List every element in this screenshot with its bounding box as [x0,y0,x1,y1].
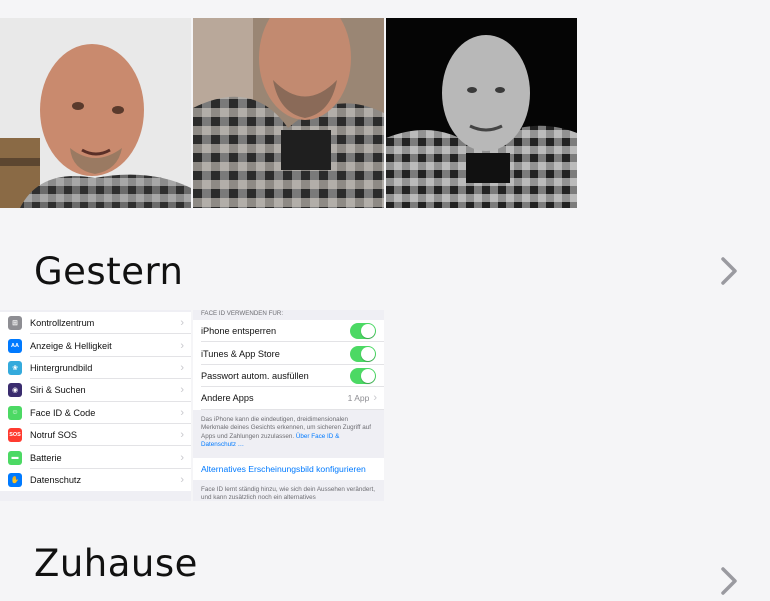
chevron-right-icon: › [180,317,184,330]
siri-icon: ◉ [8,383,22,398]
settings-row[interactable]: ✋ Datenschutz › [0,468,191,492]
faceid-learning-text: Face ID lernt ständig hinzu, wie sich de… [201,485,375,501]
settings-list: ⊞ Kontrollzentrum › AA Anzeige & Helligkeit ›… [0,312,191,492]
chevron-right-icon: › [180,429,184,442]
faceid-description-text: Das iPhone kann die eindeutigen, dreidim… [201,415,371,440]
battery-icon: ▬ [8,450,22,465]
alternative-appearance-row[interactable]: Alternatives Erscheinungsbild konfigurie… [193,457,384,480]
chevron-right-icon: › [180,361,184,374]
control-center-icon: ⊞ [8,316,22,331]
settings-row[interactable]: ❀ Hintergrundbild › [0,356,191,380]
settings-row-label: Kontrollzentrum [30,318,95,329]
settings-row-label: Datenschutz [30,474,82,485]
toggle-switch[interactable] [350,367,376,384]
toggle-row-autofill: Passwort autom. ausfüllen [193,364,384,388]
photo-thumbnail-1[interactable] [0,18,191,208]
other-apps-value: 1 App [347,393,370,404]
face-id-icon: ☺ [8,405,22,420]
toggle-row-itunes: iTunes & App Store [193,342,384,366]
alternative-appearance-link[interactable]: Alternatives Erscheinungsbild konfigurie… [201,464,366,474]
privacy-hand-icon: ✋ [8,472,22,487]
settings-row-label: Batterie [30,452,62,463]
toggle-switch[interactable] [350,323,376,340]
section-title-yesterday: Gestern [34,250,184,293]
chevron-right-icon: › [180,451,184,464]
photo-thumbnail-3[interactable] [386,18,577,208]
sos-icon: SOS [8,428,22,443]
settings-row[interactable]: ◉ Siri & Suchen › [0,379,191,402]
faceid-description: Das iPhone kann die eindeutigen, dreidim… [193,410,384,458]
faceid-section-header: FACE ID VERWENDEN FÜR: [201,310,284,317]
wallpaper-icon: ❀ [8,360,22,375]
settings-row[interactable]: SOS Notruf SOS › [0,423,191,447]
settings-row-label: Anzeige & Helligkeit [30,340,112,351]
chevron-right-icon[interactable] [716,256,742,286]
settings-row[interactable]: ▬ Batterie › [0,446,191,470]
chevron-right-icon: › [180,384,184,397]
settings-row-label: Hintergrundbild [30,362,93,373]
toggle-label: iPhone entsperren [201,326,277,337]
faceid-screenshot-thumbnail[interactable]: FACE ID VERWENDEN FÜR: iPhone entsperren… [193,310,384,501]
settings-row[interactable]: ☺ Face ID & Code › [0,401,191,425]
display-brightness-icon: AA [8,338,22,353]
section-title-home: Zuhause [34,542,198,585]
settings-row[interactable]: ⊞ Kontrollzentrum › [0,312,191,335]
toggle-label: Passwort autom. ausfüllen [201,370,309,381]
chevron-right-icon: › [180,339,184,352]
other-apps-row[interactable]: Andere Apps 1 App › [193,387,384,410]
settings-row-label: Face ID & Code [30,407,96,418]
settings-row-label: Siri & Suchen [30,385,86,396]
chevron-right-icon: › [180,473,184,486]
toggle-switch[interactable] [350,345,376,362]
chevron-right-icon: › [180,406,184,419]
other-apps-label: Andere Apps [201,393,254,404]
settings-screenshot-thumbnail[interactable]: ⊞ Kontrollzentrum › AA Anzeige & Helligkeit ›… [0,310,191,501]
photo-thumbnail-2[interactable] [193,18,384,208]
chevron-right-icon[interactable] [716,566,742,596]
toggle-row-unlock: iPhone entsperren [193,320,384,343]
toggle-label: iTunes & App Store [201,348,280,359]
settings-row-label: Notruf SOS [30,430,77,441]
settings-row[interactable]: AA Anzeige & Helligkeit › [0,334,191,358]
chevron-right-icon: › [373,392,377,405]
